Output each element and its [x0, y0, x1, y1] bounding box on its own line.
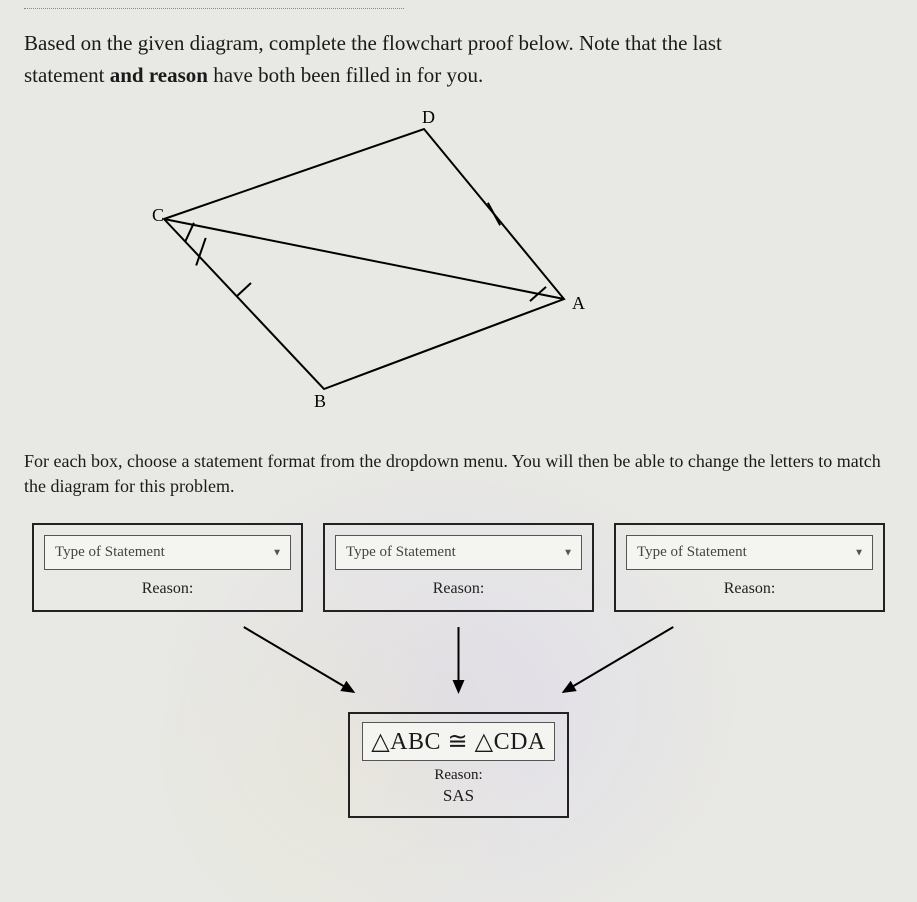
arrows-container — [24, 622, 893, 712]
instr-bold: and reason — [110, 63, 208, 87]
label-d: D — [422, 109, 435, 127]
instr-line2c: have both been filled in for you. — [208, 63, 483, 87]
flow-arrows — [24, 622, 893, 712]
final-reason-value: SAS — [443, 786, 474, 806]
label-c: C — [152, 205, 164, 225]
dropdown-placeholder: Type of Statement — [55, 544, 165, 560]
instr-line2a: statement — [24, 63, 110, 87]
proof-box-2: Type of Statement ▼ Reason: — [323, 523, 594, 612]
diagram-container: C D A B — [24, 109, 893, 409]
final-row: △ABC ≅ △CDA Reason: SAS — [24, 712, 893, 818]
statement-dropdown-1[interactable]: Type of Statement ▼ — [44, 535, 291, 570]
instr-line1: Based on the given diagram, complete the… — [24, 31, 722, 55]
final-proof-box: △ABC ≅ △CDA Reason: SAS — [348, 712, 569, 818]
final-reason-label: Reason: — [434, 767, 482, 784]
reason-label-1: Reason: — [142, 580, 194, 598]
dotted-divider — [24, 8, 404, 9]
proof-boxes-row: Type of Statement ▼ Reason: Type of Stat… — [24, 523, 893, 612]
statement-dropdown-3[interactable]: Type of Statement ▼ — [626, 535, 873, 570]
chevron-down-icon: ▼ — [272, 547, 282, 558]
label-b: B — [314, 391, 326, 409]
proof-box-1: Type of Statement ▼ Reason: — [32, 523, 303, 612]
chevron-down-icon: ▼ — [563, 547, 573, 558]
reason-label-3: Reason: — [724, 580, 776, 598]
reason-label-2: Reason: — [433, 580, 485, 598]
chevron-down-icon: ▼ — [854, 547, 864, 558]
final-statement[interactable]: △ABC ≅ △CDA — [362, 722, 555, 761]
proof-box-3: Type of Statement ▼ Reason: — [614, 523, 885, 612]
dropdown-placeholder: Type of Statement — [637, 544, 747, 560]
label-a: A — [572, 293, 585, 313]
instructions-text: Based on the given diagram, complete the… — [24, 28, 893, 91]
dropdown-placeholder: Type of Statement — [346, 544, 456, 560]
statement-dropdown-2[interactable]: Type of Statement ▼ — [335, 535, 582, 570]
quadrilateral-diagram: C D A B — [124, 109, 624, 409]
sub-instructions: For each box, choose a statement format … — [24, 449, 893, 499]
